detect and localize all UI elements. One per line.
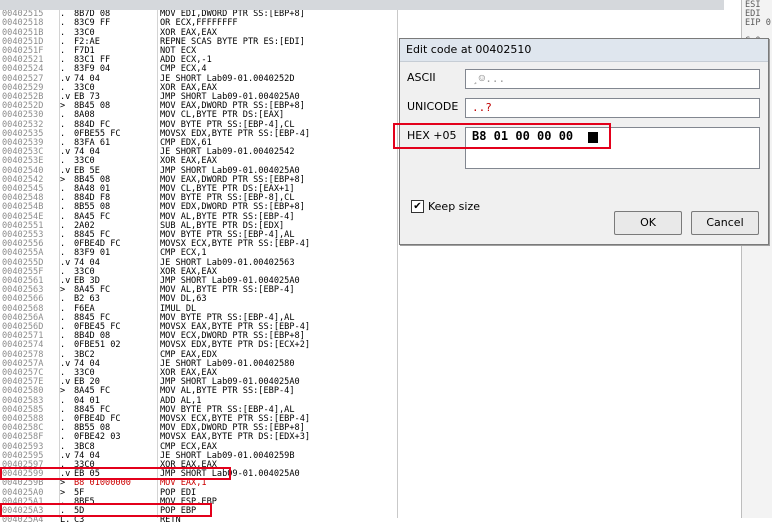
ascii-value: ¸☺... xyxy=(472,72,506,85)
dialog-title-bar[interactable]: Edit code at 00402510 xyxy=(400,39,768,62)
unicode-label: UNICODE xyxy=(407,100,459,113)
dialog-title: Edit code at 00402510 xyxy=(406,43,532,56)
ascii-field[interactable]: ¸☺... xyxy=(465,69,760,89)
text-cursor xyxy=(588,132,598,143)
top-scroll-strip xyxy=(0,0,724,10)
keep-size-label: Keep size xyxy=(428,200,481,213)
hex-label: HEX +05 xyxy=(407,129,457,142)
keep-size-checkbox[interactable]: ✔ xyxy=(411,200,424,213)
ok-button[interactable]: OK xyxy=(614,211,682,235)
cancel-button[interactable]: Cancel xyxy=(691,211,759,235)
register-line: EIP 0 xyxy=(745,18,771,28)
hex-value: B8 01 00 00 00 xyxy=(472,129,574,143)
unicode-field[interactable]: ..? xyxy=(465,98,760,118)
column-separator xyxy=(157,0,158,518)
hex-field[interactable]: B8 01 00 00 00 xyxy=(465,127,760,169)
unicode-value: ..? xyxy=(472,101,492,114)
edit-code-dialog: Edit code at 00402510 ASCII ¸☺... UNICOD… xyxy=(393,38,769,245)
ascii-label: ASCII xyxy=(407,71,436,84)
checkmark-icon: ✔ xyxy=(413,201,422,212)
column-separator xyxy=(59,0,60,518)
